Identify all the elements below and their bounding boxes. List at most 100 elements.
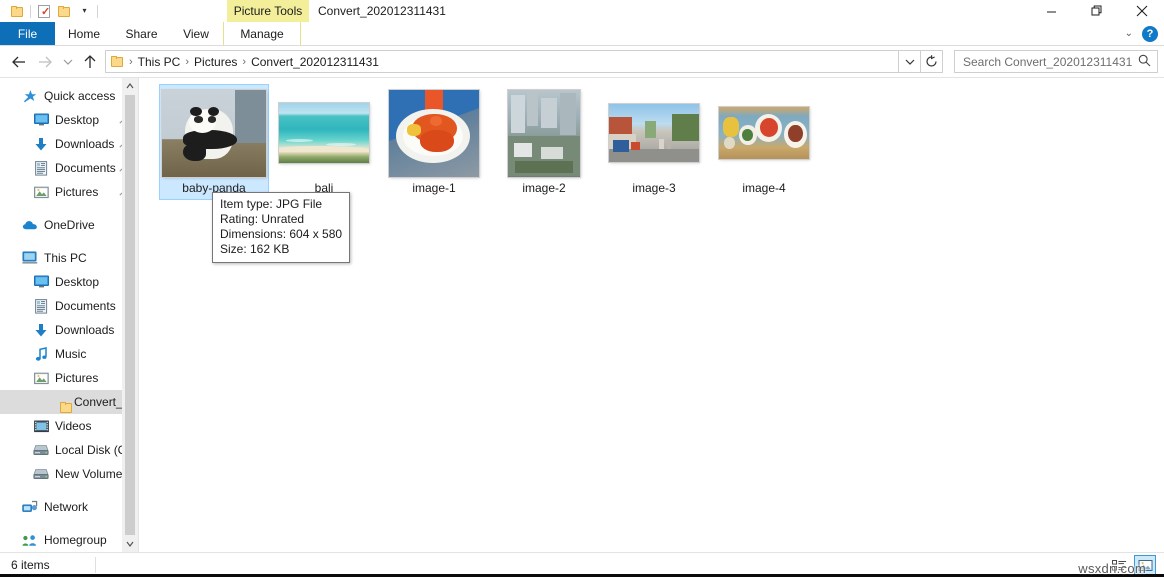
thumbnail-container: [389, 85, 479, 181]
file-tile[interactable]: bali: [269, 84, 379, 200]
sidebar-item-this-pc[interactable]: This PC: [0, 246, 138, 270]
file-thumbnail: [609, 104, 699, 162]
watermark: wsxdn.com: [1078, 561, 1146, 576]
sidebar-item-onedrive[interactable]: OneDrive: [0, 213, 138, 237]
cloud-icon: [22, 217, 38, 233]
file-tile[interactable]: image-2: [489, 84, 599, 200]
file-tile[interactable]: baby-panda: [159, 84, 269, 200]
file-tile[interactable]: image-4: [709, 84, 819, 200]
tab-view[interactable]: View: [170, 22, 222, 45]
ribbon-tab-bar: File Home Share View Manage ⌄ ?: [0, 22, 1164, 45]
sidebar-item-convert-20201[interactable]: Convert_20201: [0, 390, 138, 414]
breadcrumb[interactable]: › This PC › Pictures › Convert_202012311…: [105, 50, 899, 73]
download-icon: [33, 136, 49, 152]
refresh-button[interactable]: [921, 50, 943, 73]
document-icon: [33, 298, 49, 314]
sidebar-item-downloads[interactable]: Downloads: [0, 318, 138, 342]
sidebar-item-label: Videos: [55, 419, 91, 433]
thumbnail-container: [719, 85, 809, 181]
close-button[interactable]: [1119, 0, 1164, 22]
network-icon: [22, 499, 38, 515]
toolbar-divider: [30, 5, 31, 18]
search-icon[interactable]: [1138, 54, 1151, 70]
sidebar-item-documents[interactable]: Documents: [0, 156, 138, 180]
sidebar-item-label: Downloads: [55, 323, 114, 337]
desktop-icon: [33, 274, 49, 290]
sidebar-item-desktop[interactable]: Desktop: [0, 270, 138, 294]
sidebar-item-homegroup[interactable]: Homegroup: [0, 528, 138, 552]
sidebar-item-downloads[interactable]: Downloads: [0, 132, 138, 156]
sidebar-item-desktop[interactable]: Desktop: [0, 108, 138, 132]
folder-icon[interactable]: [7, 1, 27, 21]
breadcrumb-item-current[interactable]: Convert_202012311431: [249, 55, 381, 69]
navigation-pane: Quick accessDesktopDownloadsDocumentsPic…: [0, 78, 138, 552]
contextual-tab-group-label: Picture Tools: [227, 0, 309, 22]
file-list-pane[interactable]: baby-pandabaliimage-1image-2image-3 image…: [139, 78, 1164, 552]
tooltip-line: Dimensions: 604 x 580: [220, 227, 342, 242]
search-input[interactable]: Search Convert_202012311431: [954, 50, 1158, 73]
recent-locations-button[interactable]: [58, 49, 77, 75]
scroll-down-arrow-icon[interactable]: [122, 536, 138, 552]
thumbnail-container: [609, 85, 699, 181]
homegroup-icon: [22, 532, 38, 548]
sidebar-item-network[interactable]: Network: [0, 495, 138, 519]
minimize-button[interactable]: [1029, 0, 1074, 22]
file-name-label: image-4: [742, 181, 785, 195]
breadcrumb-item-this-pc[interactable]: This PC: [136, 55, 183, 69]
properties-icon[interactable]: ✓: [34, 1, 54, 21]
nav-group-gap: [0, 204, 138, 213]
file-tile[interactable]: image-1: [379, 84, 489, 200]
restore-button[interactable]: [1074, 0, 1119, 22]
navigation-list: Quick accessDesktopDownloadsDocumentsPic…: [0, 78, 138, 552]
sidebar-item-label: Quick access: [44, 89, 115, 103]
sidebar-item-quick-access[interactable]: Quick access: [0, 84, 138, 108]
nav-group-gap: [0, 486, 138, 495]
file-tile[interactable]: image-3: [599, 84, 709, 200]
tab-file[interactable]: File: [0, 22, 55, 45]
videos-icon: [33, 418, 49, 434]
sidebar-item-label: Pictures: [55, 371, 98, 385]
file-tile-grid: baby-pandabaliimage-1image-2image-3 image…: [139, 78, 1164, 200]
address-bar: › This PC › Pictures › Convert_202012311…: [0, 46, 1164, 77]
sidebar-item-videos[interactable]: Videos: [0, 414, 138, 438]
pictures-icon: [33, 370, 49, 386]
up-button[interactable]: [77, 49, 103, 75]
file-tooltip: Item type: JPG FileRating: UnratedDimens…: [212, 192, 350, 263]
music-icon: [33, 346, 49, 362]
tooltip-line: Size: 162 KB: [220, 242, 342, 257]
folder-icon: [52, 394, 68, 410]
tab-manage[interactable]: Manage: [223, 22, 301, 45]
back-button[interactable]: [6, 49, 32, 75]
window-title: Convert_202012311431: [318, 0, 446, 22]
tab-home[interactable]: Home: [55, 22, 113, 45]
forward-button[interactable]: [32, 49, 58, 75]
chevron-down-icon[interactable]: ⌄: [1125, 29, 1133, 39]
sidebar-item-music[interactable]: Music: [0, 342, 138, 366]
sidebar-item-label: Desktop: [55, 275, 99, 289]
sidebar-item-label: Desktop: [55, 113, 99, 127]
tooltip-line: Rating: Unrated: [220, 212, 342, 227]
sidebar-item-new-volume-e[interactable]: New Volume (E:): [0, 462, 138, 486]
navigation-scrollbar[interactable]: [122, 78, 138, 552]
sidebar-item-label: Downloads: [55, 137, 114, 151]
desktop-icon: [33, 112, 49, 128]
customize-qat-caret[interactable]: ▾: [74, 1, 94, 21]
folder-icon: [111, 56, 124, 67]
sidebar-item-documents[interactable]: Documents: [0, 294, 138, 318]
breadcrumb-item-pictures[interactable]: Pictures: [192, 55, 239, 69]
address-history-caret[interactable]: [899, 50, 921, 73]
pc-icon: [22, 250, 38, 266]
sidebar-item-local-disk-c[interactable]: Local Disk (C:): [0, 438, 138, 462]
sidebar-item-pictures[interactable]: Pictures: [0, 180, 138, 204]
sidebar-item-pictures[interactable]: Pictures: [0, 366, 138, 390]
file-thumbnail: [279, 103, 369, 163]
help-icon[interactable]: ?: [1142, 26, 1158, 42]
new-folder-icon[interactable]: [54, 1, 74, 21]
thumbnail-container: [508, 85, 580, 181]
item-count-label: 6 items: [0, 558, 50, 572]
scroll-up-arrow-icon[interactable]: [122, 78, 138, 94]
nav-group-gap: [0, 237, 138, 246]
tab-share[interactable]: Share: [113, 22, 170, 45]
sidebar-item-label: OneDrive: [44, 218, 95, 232]
scrollbar-thumb[interactable]: [125, 95, 135, 535]
